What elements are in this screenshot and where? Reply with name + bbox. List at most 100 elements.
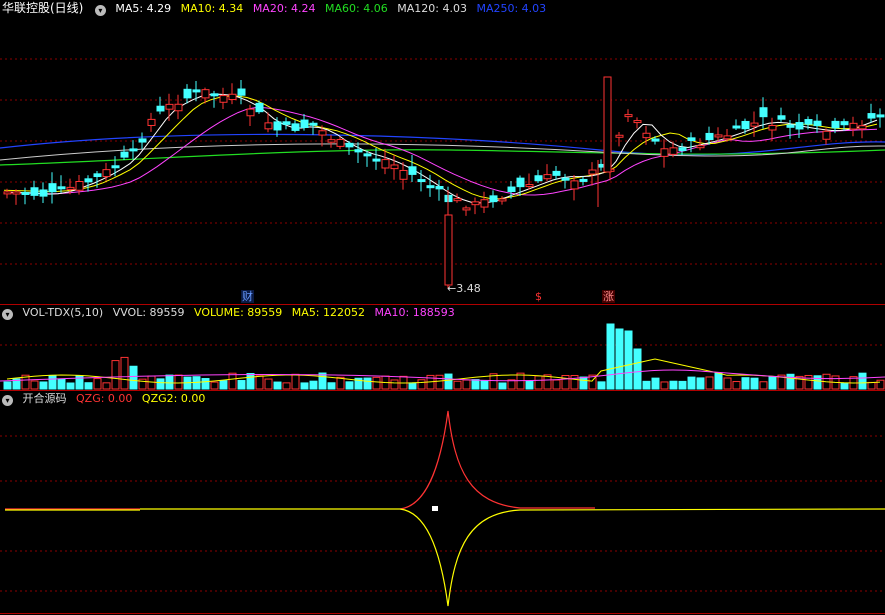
candle-body (831, 120, 840, 129)
ma20-value: MA20: 4.24 (252, 2, 316, 15)
candle-body (273, 121, 282, 131)
volume-bar (30, 380, 39, 390)
volume-bar (174, 374, 183, 390)
candle-body (561, 177, 570, 181)
vvol-value: VVOL: 89559 (112, 306, 185, 319)
candle-body (552, 170, 561, 176)
candle-body (705, 132, 714, 141)
candle-body (741, 120, 750, 130)
candle-body (255, 102, 264, 113)
candle-body (426, 185, 435, 189)
candle-body (678, 147, 687, 152)
candle-body (84, 178, 93, 183)
candle-body (48, 183, 57, 193)
indicator-chart[interactable] (0, 391, 885, 615)
finance-badge[interactable]: 财 (241, 290, 254, 303)
candle-body (39, 189, 48, 197)
candle-body (57, 186, 66, 190)
volume-bar (732, 381, 741, 390)
candle-body (129, 148, 138, 152)
candle-body (669, 147, 678, 155)
candle-body (822, 130, 831, 140)
candle-body (3, 191, 12, 195)
candle-body (660, 148, 669, 157)
volume-bar (210, 381, 219, 390)
volume-bar (669, 380, 678, 390)
volume-bar (642, 380, 651, 390)
volume-bar (111, 360, 120, 390)
volume-bar (363, 377, 372, 390)
volume-bar (840, 382, 849, 390)
candle-body (291, 123, 300, 131)
price-pane[interactable]: 华联控股(日线) ▾ MA5: 4.29 MA10: 4.34 MA20: 4.… (0, 0, 885, 305)
dividend-badge[interactable]: $ (534, 290, 543, 303)
volume-bar (696, 377, 705, 390)
candle-body (372, 158, 381, 162)
candle-body (381, 159, 390, 169)
signal-marker (432, 506, 438, 511)
candle-body (120, 151, 129, 158)
candle-body (570, 180, 579, 190)
volume-bar (480, 380, 489, 390)
volume-bar (723, 377, 732, 390)
volume-bar (552, 379, 561, 390)
volume-title[interactable]: VOL-TDX(5,10) (23, 306, 104, 319)
candle-body (840, 121, 849, 126)
limit-up-candle (603, 76, 612, 173)
candle-body (345, 142, 354, 148)
candle-body (624, 114, 633, 118)
candle-body (174, 103, 183, 112)
volume-bar (687, 376, 696, 390)
candle-body (687, 137, 696, 142)
volume-bar (201, 378, 210, 390)
volume-bar (759, 381, 768, 390)
candle-body (138, 138, 147, 143)
volume-bar (300, 382, 309, 390)
volume-bar (498, 382, 507, 390)
candle-body (786, 124, 795, 128)
candle-body (354, 149, 363, 153)
volume-bar (768, 375, 777, 390)
volume-bar (327, 382, 336, 390)
volume-bar (597, 381, 606, 390)
volume-bar (786, 373, 795, 390)
candle-body (228, 93, 237, 101)
indicator-pane[interactable]: ▾ 开合源码 QZG: 0.00 QZG2: 0.00 (0, 391, 885, 615)
candle-body (12, 191, 21, 195)
candle-body (876, 114, 885, 118)
candle-body (417, 179, 426, 183)
candle-body (471, 201, 480, 206)
volume-bar (714, 372, 723, 390)
candle-body (858, 125, 867, 130)
candlestick-chart[interactable] (0, 0, 885, 305)
candle-body (102, 169, 111, 178)
volume-bar (660, 381, 669, 390)
volume-bar (57, 378, 66, 390)
candle-body (543, 174, 552, 180)
qzg2-value: QZG2: 0.00 (141, 392, 206, 405)
volume-pane[interactable]: ▾ VOL-TDX(5,10) VVOL: 89559 VOLUME: 8955… (0, 305, 885, 391)
volume-bar (390, 379, 399, 390)
low-arrow-icon: ← (447, 282, 457, 295)
candle-body (579, 178, 588, 182)
limit-up-badge[interactable]: 涨 (602, 290, 615, 303)
candle-body (300, 119, 309, 128)
candle-body (336, 139, 345, 147)
indicator-toggle-icon[interactable]: ▾ (2, 395, 13, 406)
collapse-toggle-icon[interactable]: ▾ (94, 5, 106, 16)
indicator-title[interactable]: 开合源码 (23, 392, 67, 405)
stock-title[interactable]: 华联控股(日线) (2, 1, 83, 15)
volume-bar (867, 381, 876, 390)
volume-bar (678, 380, 687, 390)
candle-body (111, 165, 120, 169)
volume-toggle-icon[interactable]: ▾ (2, 309, 13, 320)
candle-body (480, 199, 489, 208)
volume-bar (372, 376, 381, 390)
candle-body (795, 122, 804, 130)
ma250-value: MA250: 4.03 (476, 2, 547, 15)
volume-bar (525, 380, 534, 390)
volume-bar (165, 374, 174, 390)
volume-bar (705, 376, 714, 390)
volume-bar (462, 379, 471, 390)
candle-body (462, 207, 471, 211)
